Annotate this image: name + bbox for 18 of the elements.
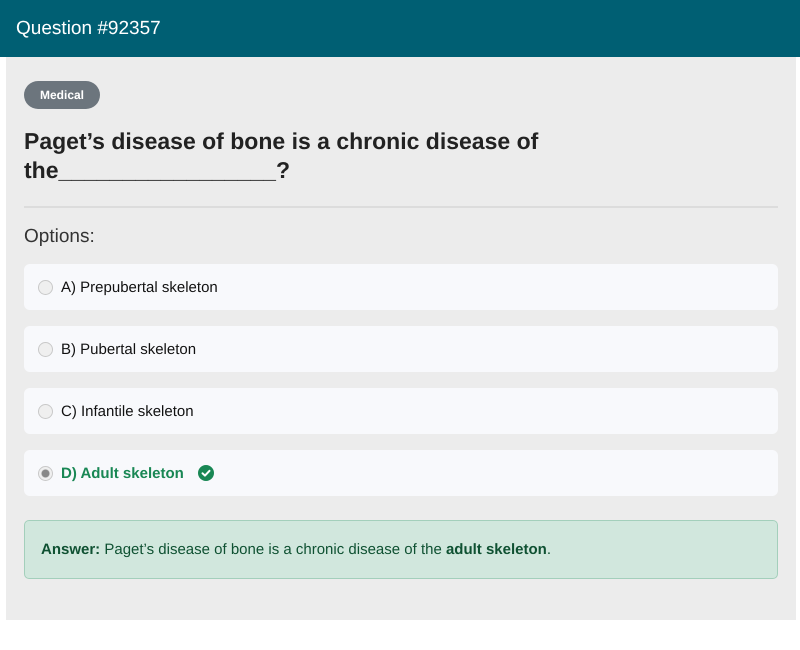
category-badge: Medical [24,81,100,109]
radio-button[interactable] [38,280,53,294]
option-row[interactable]: D) Adult skeleton [24,450,778,496]
question-text: Paget’s disease of bone is a chronic disease of the_________________? [24,127,540,185]
question-title: Question #92357 [16,18,161,40]
option-label: C) Infantile skeleton [61,402,194,420]
options-heading: Options: [24,226,95,248]
option-label: D) Adult skeleton [61,464,184,482]
answer-text: Answer: Paget’s disease of bone is a chronic disease of the adult skeleton. [24,520,778,579]
option-row[interactable]: B) Pubertal skeleton [24,326,778,372]
option-row[interactable]: A) Prepubertal skeleton [24,264,778,310]
check-circle-icon [198,465,214,481]
option-label: B) Pubertal skeleton [61,340,196,358]
option-row[interactable]: C) Infantile skeleton [24,388,778,434]
radio-button[interactable] [38,342,53,356]
option-label: A) Prepubertal skeleton [61,278,218,296]
radio-button[interactable] [38,466,53,480]
radio-button[interactable] [38,404,53,418]
